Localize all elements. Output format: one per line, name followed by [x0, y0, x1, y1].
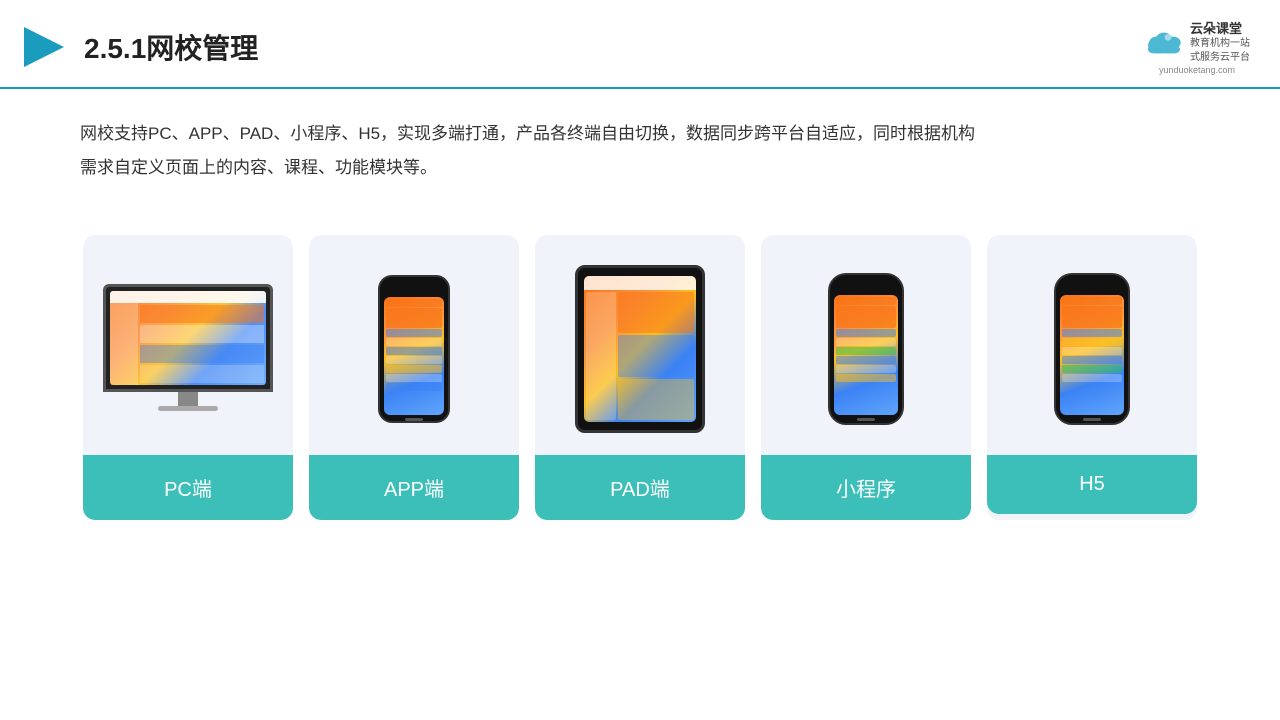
description-text: 网校支持PC、APP、PAD、小程序、H5，实现多端打通，产品各终端自由切换，数… [80, 124, 975, 177]
description: 网校支持PC、APP、PAD、小程序、H5，实现多端打通，产品各终端自由切换，数… [0, 89, 1280, 195]
logo-tagline: 教育机构一站式服务云平台 [1190, 37, 1250, 65]
card-pad-label: PAD端 [535, 455, 745, 520]
app-mockup [378, 275, 450, 423]
cloud-icon [1144, 28, 1184, 56]
card-miniprogram-image [761, 235, 971, 455]
miniprogram-mockup [828, 273, 904, 425]
card-miniprogram-label: 小程序 [761, 455, 971, 520]
logo-cloud: 云朵课堂 教育机构一站式服务云平台 [1144, 18, 1250, 65]
logo-area: 云朵课堂 教育机构一站式服务云平台 yunduoketang.com [1144, 18, 1250, 75]
card-pad: PAD端 [535, 235, 745, 520]
logo-name: 云朵课堂 [1190, 18, 1250, 37]
h5-mockup [1054, 273, 1130, 425]
card-pc: PC端 [83, 235, 293, 520]
cards-container: PC端 [0, 205, 1280, 540]
card-miniprogram: 小程序 [761, 235, 971, 520]
card-pad-image [535, 235, 745, 455]
card-app-label: APP端 [309, 455, 519, 520]
logo-text-group: 云朵课堂 教育机构一站式服务云平台 [1190, 18, 1250, 65]
pad-mockup [575, 265, 705, 433]
pc-mockup [103, 284, 273, 414]
card-h5: H5 [987, 235, 1197, 520]
header: 2.5.1网校管理 云朵课堂 教育机构一站式服务云平台 yunduoketang… [0, 0, 1280, 89]
logo-url: yunduoketang.com [1159, 65, 1235, 75]
card-app-image [309, 235, 519, 455]
card-app: APP端 [309, 235, 519, 520]
card-h5-label: H5 [987, 455, 1197, 514]
page-title: 2.5.1网校管理 [84, 27, 258, 67]
card-pc-image [83, 235, 293, 455]
card-pc-label: PC端 [83, 455, 293, 520]
play-icon [20, 23, 68, 71]
card-h5-image [987, 235, 1197, 455]
header-left: 2.5.1网校管理 [20, 23, 258, 71]
